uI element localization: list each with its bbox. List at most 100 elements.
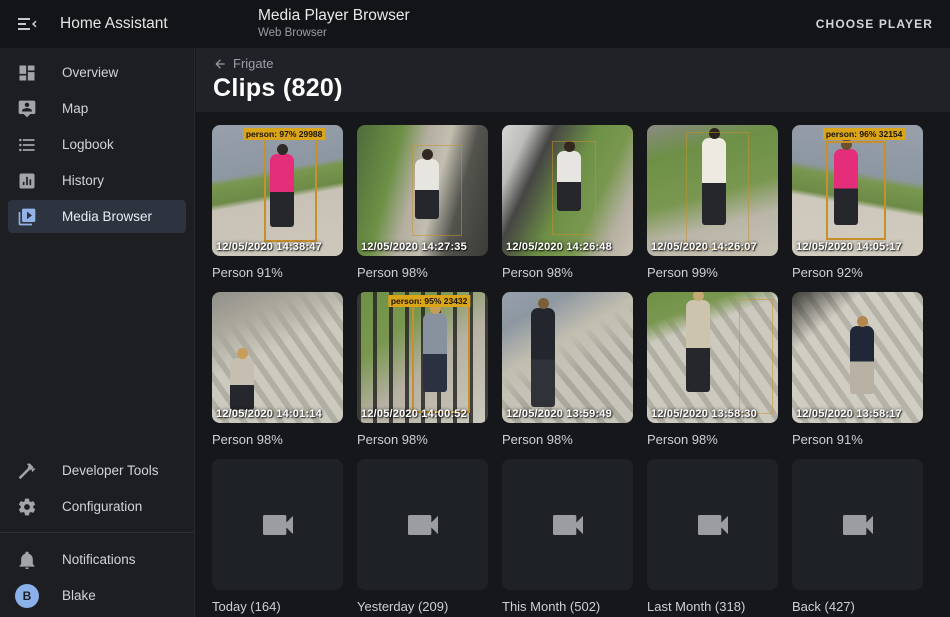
clip-card[interactable]: 12/05/2020 14:01:14 Person 98% <box>212 292 343 447</box>
clip-card[interactable]: person: 97% 29988 12/05/2020 14:38:47 Pe… <box>212 125 343 280</box>
clip-caption: Person 98% <box>647 432 778 447</box>
folder-tile <box>647 459 778 590</box>
clip-card[interactable]: 12/05/2020 13:58:30 Person 98% <box>647 292 778 447</box>
folder-card-back[interactable]: Back (427) <box>792 459 923 614</box>
sidebar-item-notifications[interactable]: Notifications <box>8 543 186 576</box>
clip-timestamp: 12/05/2020 14:01:14 <box>216 408 322 420</box>
clip-timestamp: 12/05/2020 14:05:17 <box>796 241 902 253</box>
avatar: B <box>15 584 39 608</box>
person-figure <box>686 300 710 392</box>
folder-tile <box>502 459 633 590</box>
clip-thumbnail: 12/05/2020 13:58:30 <box>647 292 778 423</box>
person-figure <box>850 326 874 394</box>
dashboard-icon <box>17 63 37 83</box>
clip-thumbnail: 12/05/2020 14:01:14 <box>212 292 343 423</box>
page-title: Clips (820) <box>213 74 950 103</box>
detection-label: person: 97% 29988 <box>243 128 326 140</box>
clip-caption: Person 98% <box>502 432 633 447</box>
folder-label: This Month (502) <box>502 599 633 614</box>
clip-thumbnail: 12/05/2020 14:26:07 <box>647 125 778 256</box>
detection-label: person: 95% 23432 <box>388 295 471 307</box>
app-name: Home Assistant <box>60 15 168 33</box>
clip-card[interactable]: 12/05/2020 14:26:07 Person 99% <box>647 125 778 280</box>
clip-card[interactable]: person: 96% 32154 12/05/2020 14:05:17 Pe… <box>792 125 923 280</box>
breadcrumb[interactable]: Frigate <box>213 56 950 71</box>
app-header: Home Assistant Media Player Browser Web … <box>0 0 950 48</box>
clip-timestamp: 12/05/2020 14:00:52 <box>361 408 467 420</box>
folder-tile <box>357 459 488 590</box>
folder-card-last-month[interactable]: Last Month (318) <box>647 459 778 614</box>
folder-card-yesterday[interactable]: Yesterday (209) <box>357 459 488 614</box>
clip-timestamp: 12/05/2020 14:26:07 <box>651 241 757 253</box>
detection-box <box>412 145 462 237</box>
detection-box <box>826 141 886 241</box>
sidebar-item-label: Notifications <box>62 552 136 567</box>
clip-caption: Person 92% <box>792 265 923 280</box>
clip-caption: Person 98% <box>357 432 488 447</box>
sidebar-item-logbook[interactable]: Logbook <box>8 128 186 161</box>
video-camera-icon <box>693 505 733 545</box>
media-player-title: Media Player Browser <box>258 7 410 25</box>
sidebar: Overview Map Logbook History Media Brows… <box>0 48 195 617</box>
clip-timestamp: 12/05/2020 13:58:30 <box>651 408 757 420</box>
folder-label: Back (427) <box>792 599 923 614</box>
video-camera-icon <box>838 505 878 545</box>
back-arrow-icon <box>213 57 227 71</box>
detection-box <box>264 137 316 242</box>
bell-icon <box>17 550 37 570</box>
sidebar-item-label: Overview <box>62 65 118 80</box>
user-name: Blake <box>62 588 96 603</box>
sidebar-item-map[interactable]: Map <box>8 92 186 125</box>
clip-card[interactable]: 12/05/2020 14:27:35 Person 98% <box>357 125 488 280</box>
clip-caption: Person 98% <box>502 265 633 280</box>
clip-caption: Person 91% <box>212 265 343 280</box>
person-figure <box>230 358 254 410</box>
sidebar-item-label: Configuration <box>62 499 142 514</box>
clip-timestamp: 12/05/2020 13:59:49 <box>506 408 612 420</box>
folder-card-this-month[interactable]: This Month (502) <box>502 459 633 614</box>
sidebar-item-label: Map <box>62 101 88 116</box>
gear-icon <box>17 497 37 517</box>
map-icon <box>17 99 37 119</box>
detection-box <box>739 299 773 414</box>
media-browser-content: Frigate Clips (820) person: 97% 29988 12… <box>196 48 950 617</box>
folder-card-today[interactable]: Today (164) <box>212 459 343 614</box>
sidebar-item-developer-tools[interactable]: Developer Tools <box>8 454 186 487</box>
sidebar-item-media-browser[interactable]: Media Browser <box>8 200 186 233</box>
clip-thumbnail: 12/05/2020 13:58:17 <box>792 292 923 423</box>
choose-player-button[interactable]: CHOOSE PLAYER <box>816 17 933 31</box>
detection-box <box>686 132 749 250</box>
sidebar-footer: Developer Tools Configuration Notificati… <box>0 446 194 615</box>
folder-label: Last Month (318) <box>647 599 778 614</box>
folder-label: Today (164) <box>212 599 343 614</box>
clip-timestamp: 12/05/2020 14:27:35 <box>361 241 467 253</box>
clip-card[interactable]: 12/05/2020 13:58:17 Person 91% <box>792 292 923 447</box>
clip-thumbnail: 12/05/2020 14:27:35 <box>357 125 488 256</box>
history-chart-icon <box>17 171 37 191</box>
clip-caption: Person 91% <box>792 432 923 447</box>
sidebar-item-label: Logbook <box>62 137 114 152</box>
sidebar-item-label: History <box>62 173 104 188</box>
clip-timestamp: 12/05/2020 14:26:48 <box>506 241 612 253</box>
sidebar-item-configuration[interactable]: Configuration <box>8 490 186 523</box>
media-player-subtitle: Web Browser <box>258 27 410 39</box>
sidebar-item-profile[interactable]: B Blake <box>8 579 186 612</box>
clip-timestamp: 12/05/2020 13:58:17 <box>796 408 902 420</box>
detection-box <box>412 305 470 412</box>
video-camera-icon <box>548 505 588 545</box>
video-camera-icon <box>403 505 443 545</box>
sidebar-toggle-icon[interactable] <box>15 12 39 36</box>
clip-card[interactable]: 12/05/2020 13:59:49 Person 98% <box>502 292 633 447</box>
sidebar-item-overview[interactable]: Overview <box>8 56 186 89</box>
logbook-icon <box>17 135 37 155</box>
clip-card[interactable]: 12/05/2020 14:26:48 Person 98% <box>502 125 633 280</box>
media-browser-icon <box>17 207 37 227</box>
clip-card[interactable]: person: 95% 23432 12/05/2020 14:00:52 Pe… <box>357 292 488 447</box>
breadcrumb-label: Frigate <box>233 56 273 71</box>
detection-box <box>552 141 597 235</box>
sidebar-item-history[interactable]: History <box>8 164 186 197</box>
hammer-icon <box>17 461 37 481</box>
folder-tile <box>792 459 923 590</box>
clip-thumbnail: 12/05/2020 14:26:48 <box>502 125 633 256</box>
content-header: Frigate Clips (820) <box>196 48 950 112</box>
